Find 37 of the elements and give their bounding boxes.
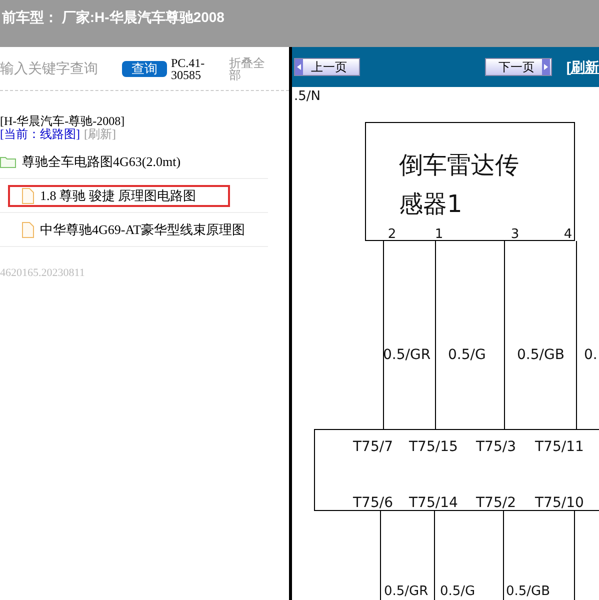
version-text: 4620165.20230811 <box>0 266 86 281</box>
current-view-link[interactable]: [当前：线路图] <box>0 128 80 141</box>
document-icon <box>22 188 34 204</box>
previous-page-button[interactable]: 上一页 <box>294 58 360 76</box>
code-label: PC.41-30585 <box>171 56 206 80</box>
wire-label: 0.5/GR <box>383 347 431 363</box>
pin-number: 2 <box>388 227 396 242</box>
wire-label: 0.5/G <box>440 584 476 599</box>
pin-number: 1 <box>434 227 444 242</box>
header-title: 前车型： 厂家:H-华晨汽车尊驰2008 <box>2 9 224 25</box>
terminal-label: T75/10 <box>535 495 584 511</box>
document-icon <box>22 222 34 238</box>
pin-number: 4 <box>564 227 572 242</box>
wire-label: 0.5/GB <box>517 347 564 363</box>
terminal-label: T75/3 <box>476 439 516 455</box>
document-item[interactable]: 1.8 尊驰 骏捷 原理图电路图 <box>10 186 228 204</box>
terminal-label: T75/6 <box>353 495 393 511</box>
terminal-label: T75/7 <box>353 439 393 455</box>
terminal-label: T75/2 <box>476 495 516 511</box>
wire-label: 0.5/GR <box>384 584 428 599</box>
folder-item[interactable]: 尊驰全车电路图4G63(2.0mt) <box>0 152 181 172</box>
terminal-label: T75/11 <box>535 439 584 455</box>
component-label: 倒车雷达传 <box>399 151 519 179</box>
terminal-label: T75/15 <box>409 439 458 455</box>
document-item[interactable]: 中华尊驰4G69-AT豪华型线束原理图 <box>22 220 246 240</box>
wire-label: .5/N <box>294 89 321 104</box>
component-label: 感器1 <box>399 190 462 218</box>
terminal-label: T75/14 <box>409 495 458 511</box>
next-page-button[interactable]: 下一页 <box>485 58 552 76</box>
folder-icon <box>0 155 16 168</box>
wire-label: 0. <box>584 347 598 363</box>
search-button[interactable]: 查询 <box>122 60 167 76</box>
pin-number: 3 <box>510 227 520 242</box>
wire-label: 0.5/GB <box>506 584 550 599</box>
wire-label: 0.5/G <box>448 347 486 363</box>
breadcrumb: [H-华晨汽车-尊驰-2008] <box>0 115 126 128</box>
refresh-link[interactable]: [刷新 <box>566 56 599 78</box>
